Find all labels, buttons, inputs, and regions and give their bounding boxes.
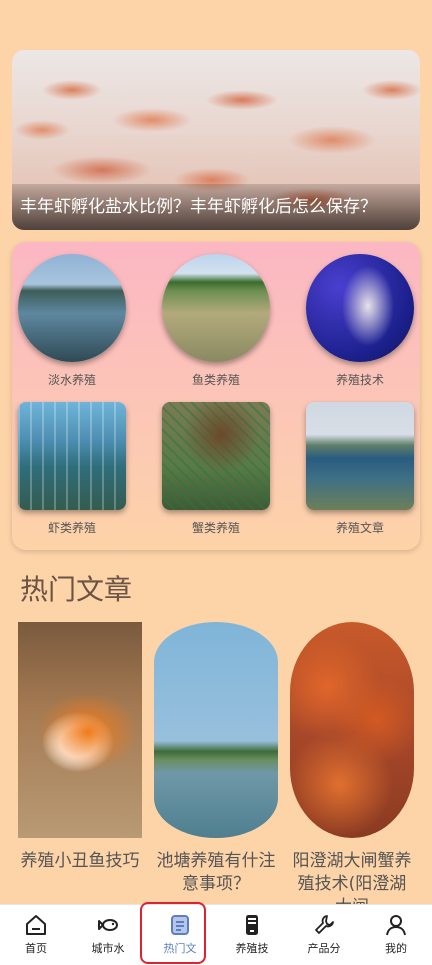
banner-title: 丰年虾孵化盐水比例？丰年虾孵化后怎么保存？: [12, 184, 420, 230]
category-fish[interactable]: 鱼类养殖: [156, 254, 276, 387]
pond-photo: [154, 622, 278, 838]
phone-icon: [246, 915, 258, 935]
fish-pond-photo: [162, 254, 270, 362]
category-freshwater[interactable]: 淡水养殖: [12, 254, 132, 387]
fish-cages-photo: [306, 402, 414, 510]
bottom-tab-bar: 首页 城市水 热门文 养殖技 产品分 我的: [0, 904, 432, 965]
tab-home[interactable]: 首页: [0, 905, 72, 965]
freshwater-farm-photo: [18, 254, 126, 362]
article-card[interactable]: 阳澄湖大闸蟹养殖技术(阳澄湖大闸: [290, 622, 414, 919]
category-label: 蟹类养殖: [191, 521, 240, 535]
wrench-icon: [315, 915, 334, 934]
home-icon: [26, 915, 46, 935]
shrimp-greenhouse-photo: [18, 402, 126, 510]
crabs-photo: [290, 622, 414, 838]
category-crab[interactable]: 蟹类养殖: [156, 402, 276, 535]
category-technique[interactable]: 养殖技术: [300, 254, 420, 387]
banner-carousel[interactable]: 丰年虾孵化盐水比例？丰年虾孵化后怎么保存？: [12, 50, 420, 230]
tab-farming-tech[interactable]: 养殖技: [216, 905, 288, 965]
fish-icon: [98, 919, 118, 931]
tab-city-water[interactable]: 城市水: [72, 905, 144, 965]
category-label: 养殖技术: [335, 373, 384, 387]
tab-label: 城市水: [91, 942, 125, 955]
user-icon: [386, 915, 406, 936]
category-label: 养殖文章: [335, 521, 384, 535]
tab-products[interactable]: 产品分: [288, 905, 360, 965]
category-articles[interactable]: 养殖文章: [300, 402, 420, 535]
clownfish-photo: [18, 622, 142, 838]
tab-mine[interactable]: 我的: [360, 905, 432, 965]
category-label: 虾类养殖: [47, 521, 96, 535]
category-label: 淡水养殖: [47, 373, 96, 387]
hot-articles-title: 热门文章: [20, 573, 133, 606]
tab-label: 我的: [385, 942, 407, 955]
category-label: 鱼类养殖: [191, 373, 240, 387]
article-card[interactable]: 养殖小丑鱼技巧: [18, 622, 142, 919]
tab-label: 产品分: [307, 942, 341, 955]
article-card[interactable]: 池塘养殖有什注意事项？: [154, 622, 278, 919]
category-panel: 淡水养殖 鱼类养殖 养殖技术 虾类养殖 蟹类养殖 养殖文章: [12, 242, 420, 550]
category-shrimp[interactable]: 虾类养殖: [12, 402, 132, 535]
aquarium-fish-photo: [306, 254, 414, 362]
tab-label: 养殖技: [235, 942, 269, 955]
tab-label: 首页: [25, 942, 47, 955]
crab-net-photo: [162, 402, 270, 510]
active-tab-highlight: [140, 902, 206, 964]
